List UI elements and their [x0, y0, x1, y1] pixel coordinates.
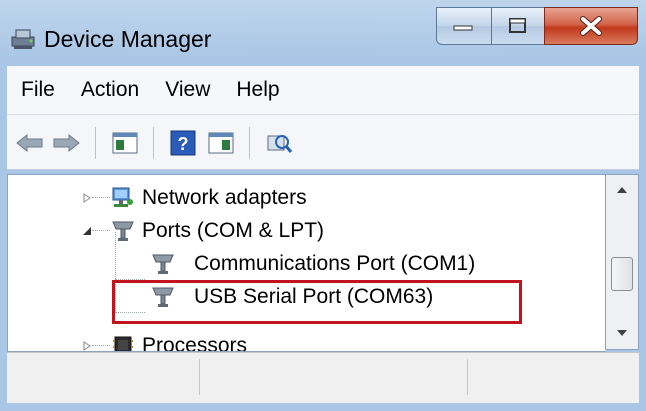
scroll-up-arrow-icon[interactable] — [617, 187, 627, 193]
close-button[interactable] — [544, 7, 638, 45]
tree-item-label: Communications Port (COM1) — [194, 252, 476, 275]
menu-help[interactable]: Help — [236, 78, 279, 102]
expand-arrow-icon[interactable] — [82, 193, 92, 203]
collapse-arrow-icon[interactable] — [82, 226, 92, 236]
tree-item-ports[interactable]: Ports (COM & LPT) — [8, 214, 606, 247]
toolbar-separator — [95, 127, 96, 159]
close-icon — [580, 16, 602, 36]
minimize-button[interactable] — [436, 7, 492, 45]
port-icon — [152, 254, 174, 274]
device-tree[interactable]: Network adapters Ports (COM & LPT) Commu… — [7, 174, 606, 352]
svg-text:?: ? — [178, 134, 189, 154]
tree-item-communications-port[interactable]: Communications Port (COM1) — [8, 247, 606, 280]
show-hide-console-tree-icon[interactable] — [111, 129, 139, 157]
device-manager-window: Device Manager File Action View Help ? N… — [0, 0, 646, 411]
highlight-box — [112, 280, 522, 324]
port-icon — [112, 221, 134, 241]
menu-action[interactable]: Action — [81, 78, 139, 102]
minimize-icon — [453, 25, 473, 31]
maximize-icon — [509, 18, 526, 33]
window-title: Device Manager — [44, 26, 212, 52]
processor-icon — [113, 336, 133, 351]
menu-bar: File Action View Help — [7, 66, 639, 115]
tree-item-network-adapters[interactable]: Network adapters — [8, 181, 606, 214]
tree-item-processors[interactable]: Processors — [8, 329, 606, 352]
title-bar[interactable]: Device Manager — [0, 0, 646, 64]
expand-arrow-icon[interactable] — [82, 341, 92, 351]
status-pane — [199, 359, 468, 395]
device-manager-icon — [11, 29, 35, 49]
toolbar: ? — [7, 115, 639, 170]
maximize-button[interactable] — [491, 7, 545, 45]
help-icon[interactable]: ? — [169, 129, 197, 157]
forward-arrow-icon[interactable] — [51, 129, 81, 157]
tree-item-label: Network adapters — [142, 186, 307, 209]
action-pane-icon[interactable] — [207, 129, 235, 157]
back-arrow-icon[interactable] — [15, 129, 45, 157]
menu-file[interactable]: File — [21, 78, 55, 102]
vertical-scrollbar[interactable] — [605, 174, 639, 350]
scan-hardware-icon[interactable] — [265, 129, 293, 157]
status-bar — [7, 352, 639, 403]
status-pane — [7, 359, 200, 395]
toolbar-separator — [249, 127, 250, 159]
scroll-down-arrow-icon[interactable] — [617, 330, 627, 336]
toolbar-separator — [153, 127, 154, 159]
tree-item-label: Ports (COM & LPT) — [142, 219, 325, 242]
network-adapter-icon — [112, 187, 133, 207]
tree-item-label: Processors — [142, 334, 248, 352]
scrollbar-thumb[interactable] — [611, 257, 633, 291]
menu-view[interactable]: View — [165, 78, 210, 102]
